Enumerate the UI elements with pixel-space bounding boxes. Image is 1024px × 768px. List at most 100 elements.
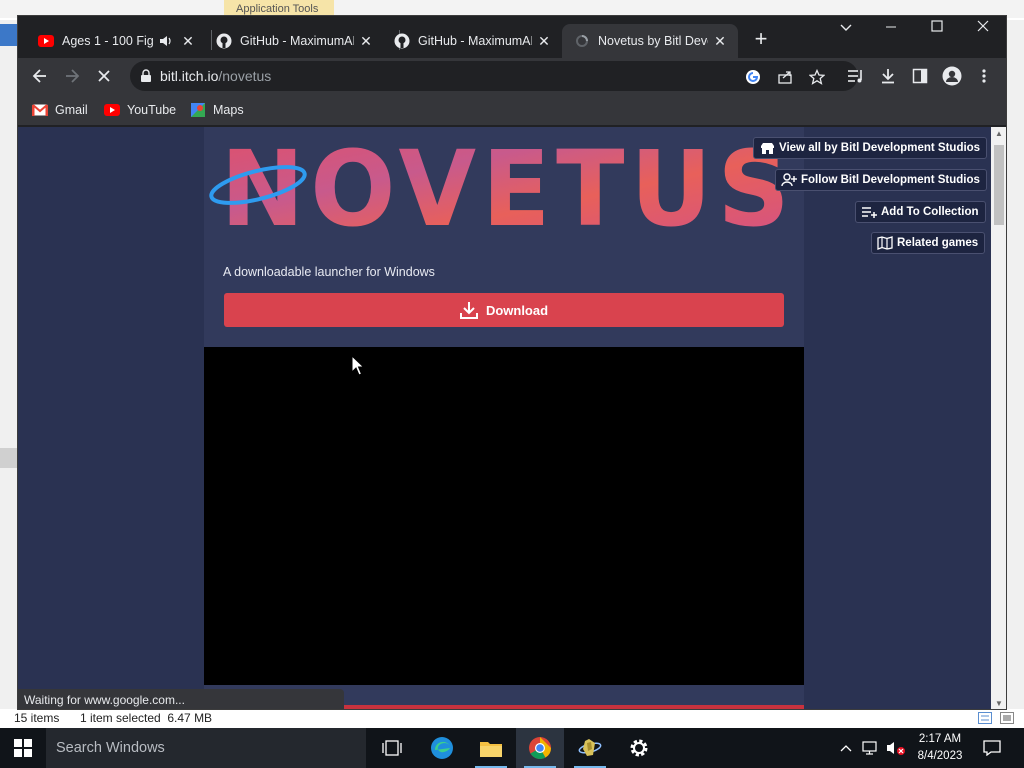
google-lens-icon[interactable] (744, 68, 762, 86)
edge-browser-icon[interactable] (418, 728, 466, 768)
add-user-icon (781, 173, 797, 187)
tab-title: Novetus by Bitl Devel (598, 34, 708, 48)
network-icon[interactable] (861, 728, 881, 768)
clock-date: 8/4/2023 (917, 750, 963, 762)
explorer-selection-info: 1 item selected 6.47 MB (80, 711, 213, 725)
details-view-icon[interactable] (978, 711, 992, 729)
page-viewport: NOVETUS A downloadable launcher for Wind… (18, 127, 991, 709)
tray-overflow-chevron-icon[interactable] (838, 728, 854, 768)
bookmark-label: Maps (213, 103, 244, 117)
scrollbar-thumb[interactable] (994, 145, 1004, 225)
bookmarks-bar: Gmail YouTube Maps (18, 94, 1006, 126)
loading-spinner-icon (574, 33, 590, 49)
tab-novetus-active[interactable]: Novetus by Bitl Devel ✕ (562, 24, 738, 58)
follow-developer-button[interactable]: Follow Bitl Development Studios (775, 169, 987, 191)
bookmark-gmail[interactable]: Gmail (32, 102, 88, 118)
view-all-by-developer-button[interactable]: View all by Bitl Development Studios (753, 137, 988, 159)
page-scrollbar[interactable]: ▲ ▼ (991, 127, 1006, 709)
browser-status-bubble: Waiting for www.google.com... (18, 689, 344, 709)
taskbar-search-box[interactable]: Search Windows (46, 728, 366, 768)
windows-taskbar: Search Windows 2:17 AM 8/4/2023 (0, 728, 1024, 768)
chrome-window: Ages 1 - 100 Figh ✕ GitHub - MaximumAD ✕… (17, 15, 1007, 710)
youtube-icon (38, 33, 54, 49)
url-host: bitl.itch.io (160, 68, 219, 84)
tab-close-icon[interactable]: ✕ (536, 33, 552, 49)
maximize-button[interactable] (914, 16, 960, 38)
map-icon (877, 236, 893, 250)
mouse-cursor-icon (351, 355, 365, 376)
bookmark-youtube[interactable]: YouTube (104, 102, 176, 118)
windows-start-icon[interactable] (14, 739, 32, 757)
github-icon (394, 33, 410, 49)
large-icons-view-icon[interactable] (1000, 711, 1014, 729)
download-button[interactable]: Download (224, 293, 784, 327)
lock-icon[interactable] (140, 69, 152, 88)
related-games-button[interactable]: Related games (871, 232, 986, 254)
bookmark-label: Gmail (55, 103, 88, 117)
profile-avatar-icon[interactable] (942, 66, 962, 86)
explorer-item-count: 15 items (14, 711, 60, 725)
task-view-icon[interactable] (368, 728, 416, 768)
tab-search-chevron-icon[interactable] (823, 16, 869, 38)
tab-strip: Ages 1 - 100 Figh ✕ GitHub - MaximumAD ✕… (18, 16, 1006, 58)
tab-title: GitHub - MaximumAD (240, 34, 354, 48)
media-controls-icon[interactable] (846, 66, 866, 86)
tab-github-2[interactable]: GitHub - MaximumAD ✕ (382, 24, 562, 58)
address-bar[interactable]: bitl.itch.io/novetus (130, 61, 858, 91)
chrome-taskbar-icon[interactable] (516, 728, 564, 768)
forward-button[interactable] (60, 64, 84, 88)
tab-github-1[interactable]: GitHub - MaximumAD ✕ (204, 24, 384, 58)
share-icon[interactable] (776, 68, 794, 86)
gmail-icon (32, 102, 48, 118)
tab-youtube-video[interactable]: Ages 1 - 100 Figh ✕ (26, 24, 206, 58)
new-tab-button[interactable]: + (749, 28, 773, 52)
tab-close-icon[interactable]: ✕ (358, 33, 374, 49)
taskbar-clock[interactable]: 2:17 AM 8/4/2023 (910, 731, 970, 765)
speaker-icon[interactable] (158, 33, 174, 49)
clock-time: 2:17 AM (918, 733, 962, 745)
tab-close-icon[interactable]: ✕ (712, 33, 728, 49)
tab-close-icon[interactable]: ✕ (180, 33, 196, 49)
tab-title: Ages 1 - 100 Figh (62, 34, 154, 48)
itch-store-icon (759, 141, 775, 155)
youtube-icon (104, 102, 120, 118)
minimize-button[interactable] (868, 16, 914, 38)
tab-title: GitHub - MaximumAD (418, 34, 532, 48)
explorer-nav-highlight (0, 24, 17, 46)
side-panel-icon[interactable] (910, 66, 930, 86)
chrome-menu-icon[interactable] (974, 66, 994, 86)
lower-banner-strip (344, 705, 804, 709)
file-explorer-icon[interactable] (467, 728, 515, 768)
settings-gear-icon[interactable] (615, 728, 663, 768)
novetus-logo: NOVETUS (209, 137, 796, 237)
explorer-right-edge (1006, 20, 1024, 710)
explorer-status-bar: 15 items 1 item selected 6.47 MB (0, 709, 1024, 727)
scroll-down-arrow-icon[interactable]: ▼ (994, 699, 1004, 709)
notification-center-icon[interactable] (980, 728, 1004, 768)
bookmark-star-icon[interactable] (808, 68, 826, 86)
bookmark-maps[interactable]: Maps (190, 102, 244, 118)
view-all-label: View all by Bitl Development Studios (779, 142, 981, 154)
follow-label: Follow Bitl Development Studios (801, 174, 980, 186)
logo-text: NOVETUS (221, 137, 796, 237)
bookmark-label: YouTube (127, 103, 177, 117)
maps-icon (190, 102, 206, 118)
stop-loading-button[interactable] (92, 64, 116, 88)
back-button[interactable] (28, 64, 52, 88)
related-games-label: Related games (897, 237, 979, 249)
download-icon (459, 301, 478, 319)
novetus-app-icon[interactable] (566, 728, 614, 768)
playlist-add-icon (861, 205, 877, 219)
github-icon (216, 33, 232, 49)
add-to-collection-button[interactable]: Add To Collection (855, 201, 986, 223)
explorer-nav-pane (0, 20, 17, 720)
volume-muted-icon[interactable] (885, 728, 907, 768)
downloads-icon[interactable] (878, 66, 898, 86)
download-label: Download (485, 302, 549, 318)
close-window-button[interactable] (960, 16, 1006, 38)
url-text: bitl.itch.io/novetus (160, 61, 271, 91)
video-embed[interactable] (204, 347, 804, 685)
game-tagline: A downloadable launcher for Windows (223, 265, 435, 279)
explorer-nav-selected[interactable] (0, 448, 17, 468)
scroll-up-arrow-icon[interactable]: ▲ (994, 129, 1004, 139)
